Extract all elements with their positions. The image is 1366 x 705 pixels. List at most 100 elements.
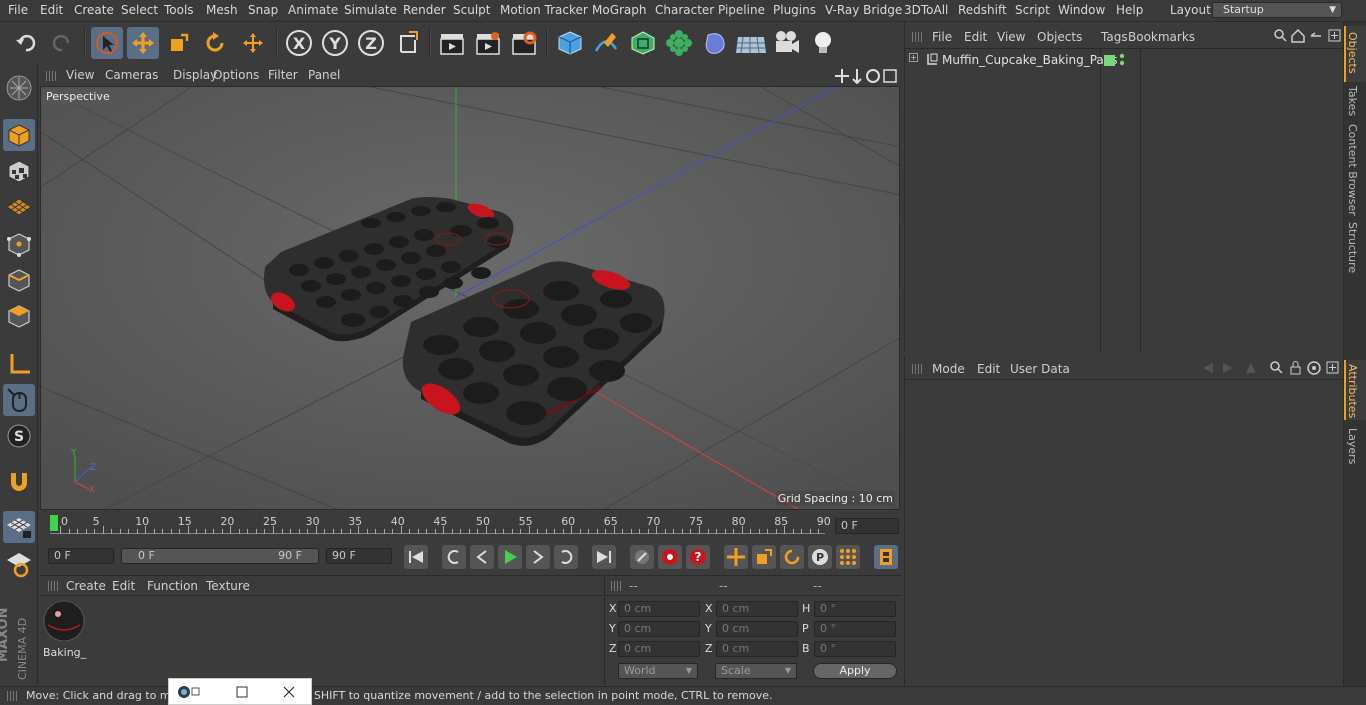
coordinate-system-button[interactable] (392, 27, 424, 59)
rotation-field[interactable]: 0 ° (814, 621, 896, 637)
point-mode-button[interactable] (3, 228, 35, 260)
menu-select[interactable]: Select (121, 3, 158, 17)
orbit-icon[interactable] (866, 69, 880, 83)
material-menu-function[interactable]: Function (147, 579, 198, 593)
menu-motion-tracker[interactable]: Motion Tracker (500, 3, 588, 17)
close-icon[interactable] (282, 685, 296, 699)
restore-window-icon[interactable] (235, 685, 249, 699)
search-icon[interactable] (1274, 29, 1287, 42)
viewport-menu-filter[interactable]: Filter (268, 68, 298, 82)
prev-frame-button[interactable] (470, 545, 494, 569)
attributes-menu-user-data[interactable]: User Data (1010, 362, 1070, 376)
solo-button[interactable]: S (3, 420, 35, 452)
tab-attributes[interactable]: Attributes (1346, 364, 1359, 418)
tab-content-browser[interactable]: Content Browser (1346, 124, 1359, 216)
menu-help[interactable]: Help (1116, 3, 1143, 17)
panel-grip-icon[interactable] (7, 691, 17, 701)
minimized-window-bar[interactable] (168, 678, 312, 705)
render-view-button[interactable] (436, 27, 468, 59)
record-keys-button[interactable] (630, 545, 654, 569)
size-field[interactable]: 0 cm (716, 601, 798, 617)
objects-menu-bookmarks[interactable]: Bookmarks (1128, 30, 1195, 44)
deformer-button[interactable] (699, 27, 731, 59)
menu-animate[interactable]: Animate (288, 3, 338, 17)
frame-range-slider[interactable]: 0 F 90 F (121, 548, 319, 564)
position-field[interactable]: 0 cm (618, 621, 700, 637)
polygon-mode-button[interactable] (3, 300, 35, 332)
maximize-view-icon[interactable] (883, 69, 897, 83)
menu-pipeline[interactable]: Pipeline (718, 3, 765, 17)
menu-snap[interactable]: Snap (248, 3, 278, 17)
redo-button[interactable] (46, 27, 78, 59)
workplane-lock-button[interactable] (3, 511, 35, 543)
render-settings-button[interactable] (508, 27, 540, 59)
undo-button[interactable] (10, 27, 42, 59)
cube-object-button[interactable] (554, 27, 586, 59)
next-frame-button[interactable] (526, 545, 550, 569)
dolly-icon[interactable] (852, 69, 862, 84)
rotate-tool-button[interactable] (199, 27, 231, 59)
z-axis-lock-button[interactable]: Z (355, 27, 387, 59)
menu-3dtoall[interactable]: 3DToAll (904, 3, 948, 17)
object-row[interactable]: + Muffin_Cupcake_Baking_Pans (909, 52, 1118, 70)
panel-grip-icon[interactable] (48, 581, 58, 591)
menu-edit[interactable]: Edit (40, 3, 63, 17)
viewport-menu-panel[interactable]: Panel (308, 68, 340, 82)
axis-mode-button[interactable] (3, 348, 35, 380)
position-field[interactable]: 0 cm (618, 641, 700, 657)
attributes-menu-edit[interactable]: Edit (977, 362, 1000, 376)
light-button[interactable] (807, 27, 839, 59)
attributes-menu-mode[interactable]: Mode (932, 362, 965, 376)
menu-file[interactable]: File (8, 3, 28, 17)
menu-character[interactable]: Character (655, 3, 714, 17)
pen-spline-button[interactable] (590, 27, 622, 59)
forward-arrow-icon[interactable] (1223, 363, 1233, 373)
tweak-mode-button[interactable] (3, 384, 35, 416)
keyframe-selection-button[interactable]: ? (686, 545, 710, 569)
objects-menu-file[interactable]: File (932, 30, 952, 44)
move-tool-button[interactable] (127, 27, 159, 59)
tab-layers[interactable]: Layers (1346, 428, 1359, 464)
rotation-field[interactable]: 0 ° (814, 641, 896, 657)
viewport-menu-cameras[interactable]: Cameras (105, 68, 158, 82)
tab-takes[interactable]: Takes (1346, 86, 1359, 116)
back-arrow-icon[interactable] (1310, 32, 1321, 37)
panel-grip-icon[interactable] (912, 364, 922, 374)
menu-window[interactable]: Window (1058, 3, 1105, 17)
up-arrow-icon[interactable] (1246, 363, 1256, 373)
prev-key-button[interactable] (442, 545, 466, 569)
perspective-viewport[interactable]: Y Z X Perspective Grid Spacing : 10 cm (40, 86, 900, 510)
size-field[interactable]: 0 cm (716, 621, 798, 637)
timeline-window-button[interactable] (874, 545, 898, 569)
menu-sculpt[interactable]: Sculpt (453, 3, 490, 17)
snap-button[interactable] (3, 466, 35, 498)
scale-mode-select[interactable]: Scale ▼ (715, 663, 797, 679)
key-position-button[interactable] (724, 545, 748, 569)
panel-grip-icon[interactable] (46, 71, 56, 81)
current-frame-field[interactable]: 0 F (835, 518, 899, 534)
floor-button[interactable] (735, 27, 767, 59)
tab-objects[interactable]: Objects (1346, 32, 1359, 74)
start-frame-field[interactable]: 0 F (48, 548, 114, 564)
objects-menu-objects[interactable]: Objects (1037, 30, 1082, 44)
camera-button[interactable] (771, 27, 803, 59)
layer-color-swatch[interactable] (1104, 55, 1115, 66)
visibility-dots-icon[interactable] (1119, 53, 1125, 67)
home-icon[interactable] (1291, 29, 1305, 43)
auto-keying-button[interactable] (658, 545, 682, 569)
menu-redshift[interactable]: Redshift (958, 3, 1007, 17)
search-icon[interactable] (1270, 361, 1283, 374)
menu-script[interactable]: Script (1015, 3, 1050, 17)
goto-end-button[interactable] (592, 545, 616, 569)
menu-mograph[interactable]: MoGraph (592, 3, 647, 17)
key-pla-button[interactable] (836, 545, 860, 569)
menu-mesh[interactable]: Mesh (206, 3, 238, 17)
timeline-ruler[interactable]: 0 5 10 15 20 25 30 35 40 45 50 55 60 65 70 75 80 85 90 0 F (40, 512, 901, 544)
y-axis-lock-button[interactable]: Y (319, 27, 351, 59)
viewport-menu-view[interactable]: View (66, 68, 94, 82)
menu-plugins[interactable]: Plugins (773, 3, 816, 17)
size-field[interactable]: 0 cm (716, 641, 798, 657)
menu-tools[interactable]: Tools (164, 3, 194, 17)
apply-button[interactable]: Apply (813, 663, 897, 679)
position-field[interactable]: 0 cm (618, 601, 700, 617)
